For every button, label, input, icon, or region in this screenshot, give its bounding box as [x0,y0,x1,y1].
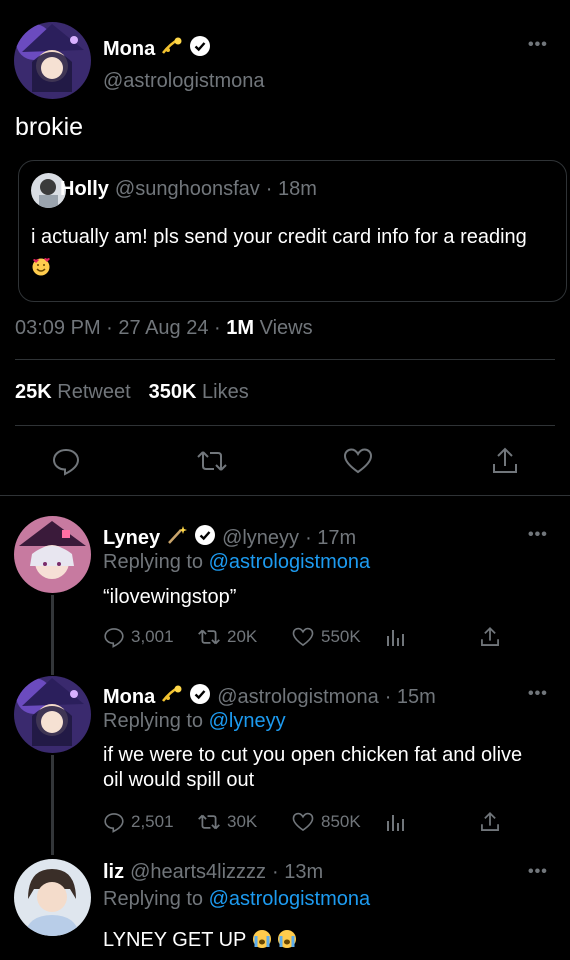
crying-face-icon [277,929,297,949]
thread-line [51,595,54,675]
author-handle[interactable]: @lyneyy [222,527,299,550]
like-count: 550K [321,627,361,646]
reply-button[interactable]: 2,501 [103,811,174,833]
reply-header: Lyney @lyneyy · 17m [103,524,356,552]
avatar-lyney[interactable] [14,516,91,593]
replying-to: Replying to @lyneyy [103,710,286,732]
avatar-mona[interactable] [14,676,91,753]
reply-time: · 17m [305,526,357,549]
avatar-mona[interactable] [14,22,91,99]
tweet-meta: 03:09 PM · 27 Aug 24 · 1M Views [15,317,313,339]
reply-button[interactable]: 3,001 [103,626,174,648]
author-handle[interactable]: @astrologistmona [217,686,378,709]
retweet-button[interactable]: 20K [197,626,257,648]
mention-link[interactable]: @lyneyy [209,710,286,732]
quote-header: Holly @sunghoonsfav · 18m [60,178,317,201]
author-name[interactable]: liz [103,861,124,884]
tweet-actions [0,446,570,476]
more-options-icon[interactable]: ••• [528,36,548,54]
reply-time: · 15m [384,685,436,708]
like-count: 850K [321,812,361,831]
reply-header: Mona @astrologistmona · 15m [103,683,436,711]
replying-to: Replying to @astrologistmona [103,888,371,910]
reply-count: 2,501 [131,812,174,831]
reply-header: liz @hearts4lizzzz · 13m [103,861,323,884]
retweet-count: 20K [227,627,258,646]
verified-icon [189,35,211,63]
like-button[interactable]: 850K [291,811,361,833]
reply-actions: 3,001 20K 550K [103,626,503,652]
author-name[interactable]: Lyney [103,527,160,550]
quote-author-handle[interactable]: @sunghoonsfav [115,178,260,201]
more-options-icon[interactable]: ••• [528,863,548,881]
shooting-star-icon [161,684,183,710]
tweet-time: 03:09 PM [15,317,101,339]
share-icon[interactable] [479,811,501,833]
retweet-icon[interactable] [196,446,228,481]
avatar-liz[interactable] [14,859,91,936]
author-name[interactable]: Mona [103,38,155,61]
more-options-icon[interactable]: ••• [528,526,548,544]
reply-text: “ilovewingstop” [103,586,237,608]
shooting-star-icon [161,36,183,62]
reply-time: · 13m [272,861,324,883]
reply-text: LYNEY GET UP [103,928,543,953]
author-name[interactable]: Mona [103,686,155,709]
analytics-icon[interactable] [386,811,406,833]
analytics-icon[interactable] [386,626,406,648]
main-author-handle[interactable]: @astrologistmona [103,70,264,93]
reply-icon[interactable] [51,446,81,481]
reply-text: if we were to cut you open chicken fat a… [103,744,523,791]
like-icon[interactable] [343,446,373,481]
crying-face-icon [252,929,272,949]
tweet-text: brokie [15,113,84,141]
verified-icon [194,524,216,552]
verified-icon [189,683,211,711]
retweet-button[interactable]: 30K [197,811,257,833]
likes-stat[interactable]: 350K Likes [149,381,249,404]
retweet-count: 30K [227,812,258,831]
tweet-date: 27 Aug 24 [118,317,209,339]
thread-line [51,755,54,855]
retweet-stat[interactable]: 25K Retweet [15,381,131,404]
mention-link[interactable]: @astrologistmona [209,888,370,910]
like-button[interactable]: 550K [291,626,361,648]
quote-author-name[interactable]: Holly [60,178,109,201]
main-author-name[interactable]: Mona [103,35,211,63]
share-icon[interactable] [490,446,520,481]
share-icon[interactable] [479,626,501,648]
more-options-icon[interactable]: ••• [528,685,548,703]
author-handle[interactable]: @hearts4lizzzz [130,861,266,884]
tweet-stats: 25K Retweet 350K Likes [15,381,249,404]
mention-link[interactable]: @astrologistmona [209,551,370,573]
smiling-face-with-hearts-icon [31,255,51,276]
quote-time: · 18m [265,178,317,200]
divider [15,425,555,426]
reply-count: 3,001 [131,627,174,646]
reply-actions: 2,501 30K 850K [103,811,503,837]
magic-wand-icon [166,525,188,551]
divider [0,495,570,496]
views-label: Views [259,317,313,339]
replying-to: Replying to @astrologistmona [103,551,371,573]
quote-text: i actually am! pls send your credit card… [31,222,531,282]
views-count: 1M [226,317,255,339]
divider [15,359,555,360]
